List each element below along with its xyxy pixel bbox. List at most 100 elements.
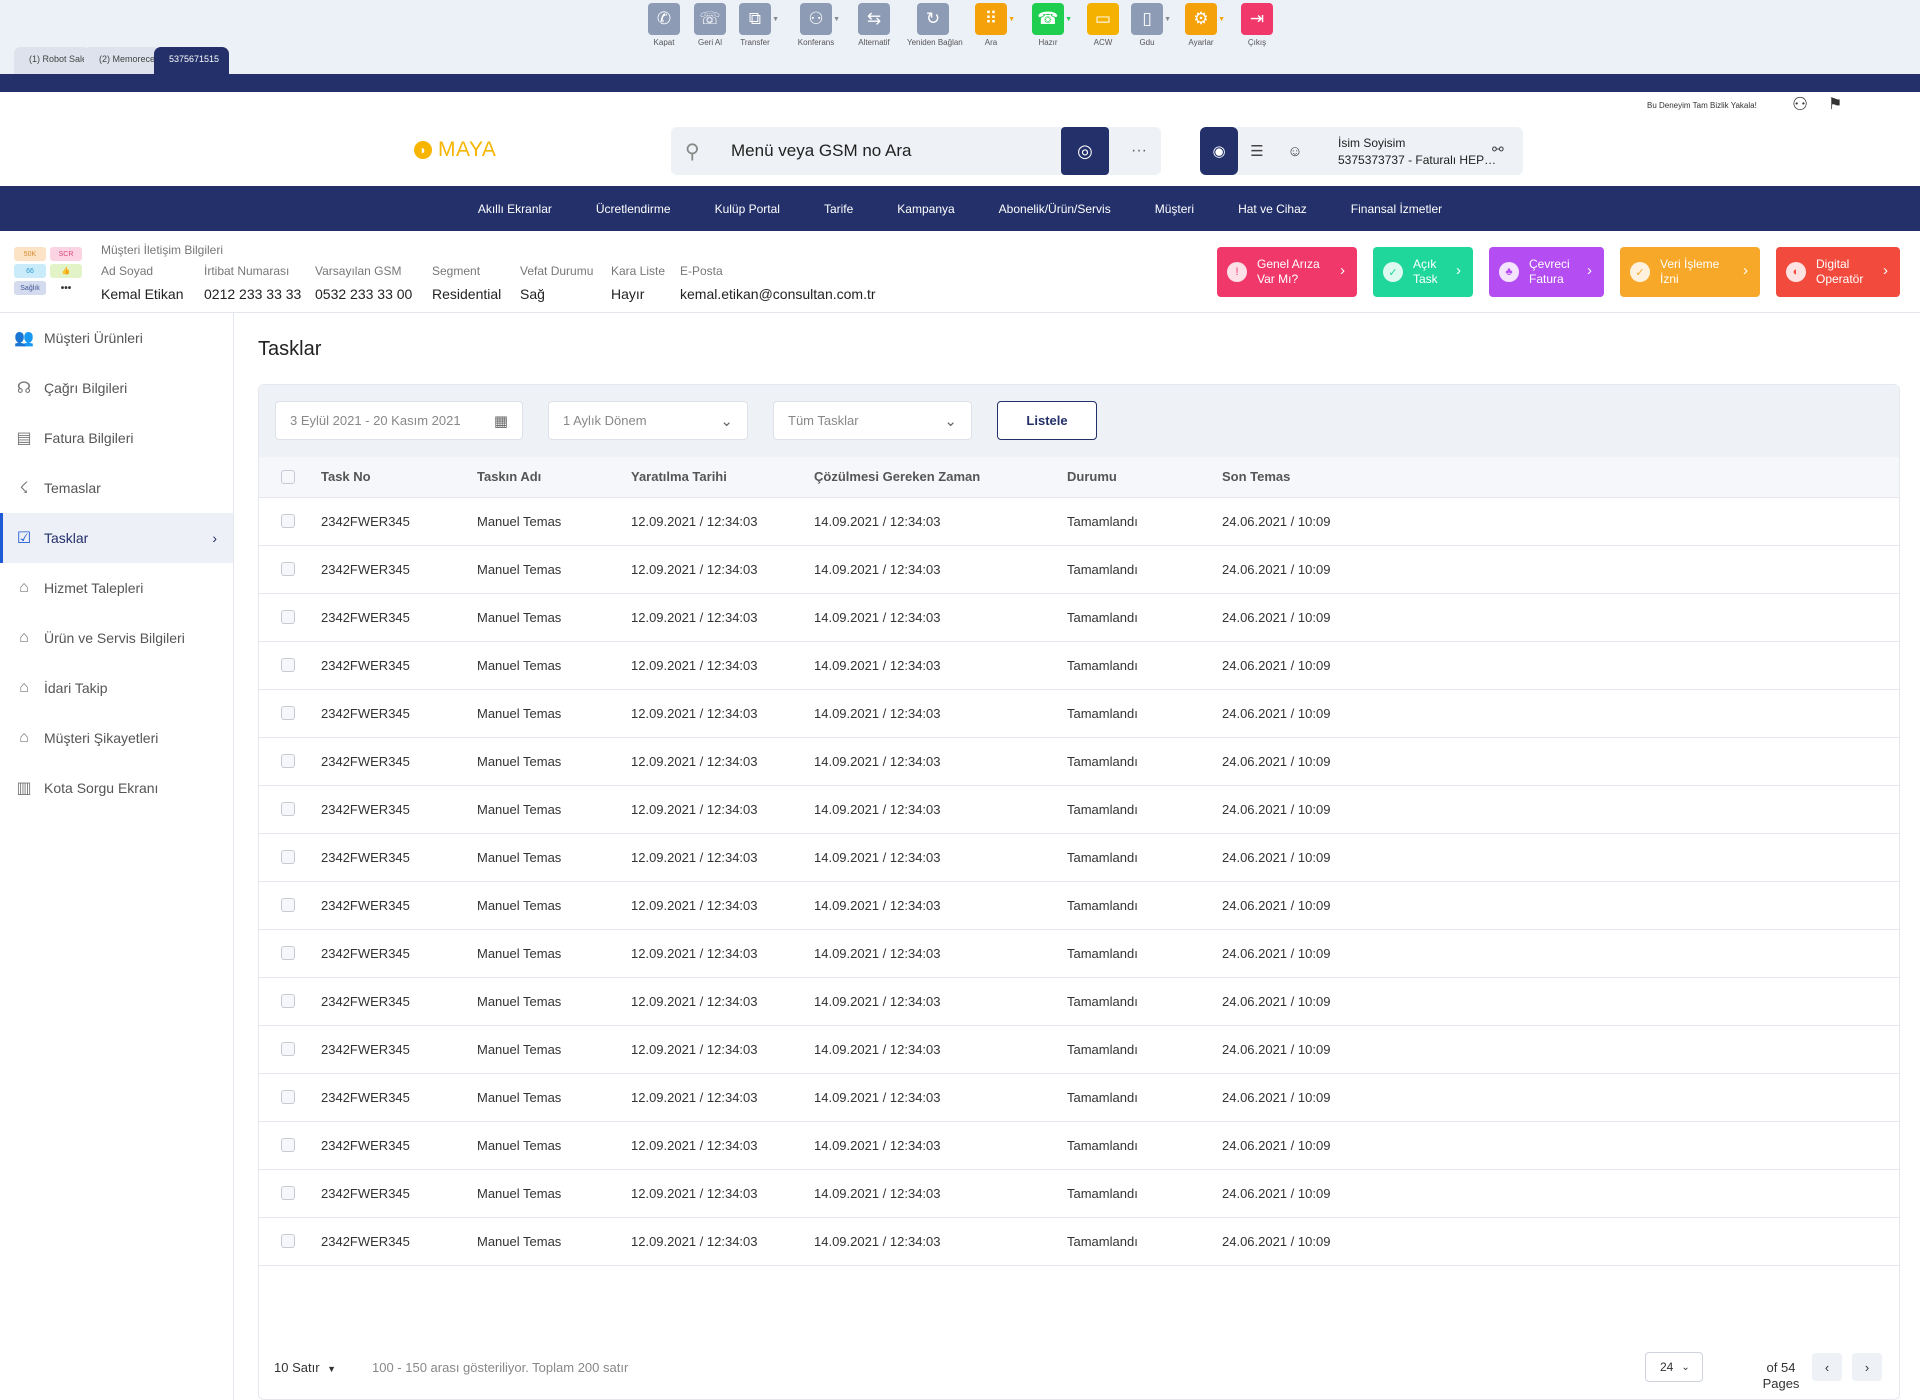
session-tab[interactable]: (2) Memorecel xyxy=(84,47,160,74)
nav-item[interactable]: Müşteri xyxy=(1155,202,1194,216)
table-row[interactable]: 2342FWER345 Manuel Temas 12.09.2021 / 12:3… xyxy=(259,785,1899,834)
link-icon[interactable]: ⚯ xyxy=(1492,141,1504,158)
column-header[interactable]: Yaratılma Tarihi xyxy=(631,457,814,498)
customer-profile-button[interactable]: ◉ xyxy=(1200,127,1238,175)
logout-button[interactable]: ⇥ Çıkış xyxy=(1231,3,1283,47)
row-checkbox[interactable] xyxy=(281,658,295,672)
reconnect-button[interactable]: ↻ Yeniden Bağlan xyxy=(907,3,963,47)
promo-text[interactable]: Bu Deneyim Tam Bizlik Yakala! xyxy=(1647,101,1757,110)
settings-button[interactable]: ⚙ Ayarlar ▼ xyxy=(1175,3,1227,47)
chevron-down-icon[interactable]: ▼ xyxy=(1164,16,1171,23)
nav-item[interactable]: Kampanya xyxy=(897,202,954,216)
nav-item[interactable]: Ücretlendirme xyxy=(596,202,671,216)
nav-item[interactable]: Kulüp Portal xyxy=(715,202,780,216)
table-row[interactable]: 2342FWER345 Manuel Temas 12.09.2021 / 12:3… xyxy=(259,737,1899,786)
select-all-checkbox[interactable] xyxy=(281,469,295,484)
table-row[interactable]: 2342FWER345 Manuel Temas 12.09.2021 / 12:3… xyxy=(259,1073,1899,1122)
session-tab[interactable]: (1) Robot Sale xyxy=(14,47,90,74)
table-row[interactable]: 2342FWER345 Manuel Temas 12.09.2021 / 12:3… xyxy=(259,593,1899,642)
period-select[interactable]: 1 Aylık Dönem ⌄ xyxy=(548,401,748,440)
chevron-down-icon[interactable]: ▼ xyxy=(1218,16,1225,23)
table-row[interactable]: 2342FWER345 Manuel Temas 12.09.2021 / 12:3… xyxy=(259,1169,1899,1218)
general-fault-button[interactable]: ! Genel Arıza Var Mı? › xyxy=(1217,247,1357,297)
customer-list-button[interactable]: ☰ xyxy=(1238,127,1276,175)
sidebar-item-admin-tracking[interactable]: ⌂ İdari Takip xyxy=(0,663,233,713)
row-checkbox[interactable] xyxy=(281,898,295,912)
column-header[interactable]: Durumu xyxy=(1067,457,1222,498)
nav-item[interactable]: Hat ve Cihaz xyxy=(1238,202,1307,216)
chevron-down-icon[interactable]: ▼ xyxy=(833,16,840,23)
table-row[interactable]: 2342FWER345 Manuel Temas 12.09.2021 / 12:3… xyxy=(259,641,1899,690)
dial-button[interactable]: ⠿ Ara ▼ xyxy=(965,3,1017,47)
sidebar-item-quota-query[interactable]: ▥ Kota Sorgu Ekranı xyxy=(0,763,233,813)
date-range-picker[interactable]: 3 Eylül 2021 - 20 Kasım 2021 ▦ xyxy=(275,401,523,440)
sidebar-item-tasks[interactable]: ☑ Tasklar › xyxy=(0,513,233,563)
row-checkbox[interactable] xyxy=(281,1090,295,1104)
ready-button[interactable]: ☎ Hazır ▼ xyxy=(1022,3,1074,47)
row-checkbox[interactable] xyxy=(281,1186,295,1200)
nav-item[interactable]: Tarife xyxy=(824,202,853,216)
column-header[interactable]: Son Temas xyxy=(1222,457,1899,498)
table-row[interactable]: 2342FWER345 Manuel Temas 12.09.2021 / 12:3… xyxy=(259,977,1899,1026)
more-button[interactable]: ··· xyxy=(1117,127,1161,175)
row-checkbox[interactable] xyxy=(281,1042,295,1056)
nav-item[interactable]: Akıllı Ekranlar xyxy=(478,202,552,216)
conference-button[interactable]: ⚇ Konferans ▼ xyxy=(790,3,842,47)
table-row[interactable]: 2342FWER345 Manuel Temas 12.09.2021 / 12:3… xyxy=(259,833,1899,882)
digital-operator-button[interactable]: ◐ Digital Operatör › xyxy=(1776,247,1900,297)
transfer-button[interactable]: ⧉ Transfer ▼ xyxy=(729,3,781,47)
session-tab-active[interactable]: 5375671515 xyxy=(154,47,229,74)
chevron-down-icon[interactable]: ▼ xyxy=(772,16,779,23)
row-checkbox[interactable] xyxy=(281,850,295,864)
search-input[interactable] xyxy=(731,137,1051,165)
sidebar-item-complaints[interactable]: ⌂ Müşteri Şikayetleri xyxy=(0,713,233,763)
open-task-button[interactable]: ✓ Açık Task › xyxy=(1373,247,1473,297)
alternate-button[interactable]: ⇆ Alternatif xyxy=(848,3,900,47)
row-checkbox[interactable] xyxy=(281,1234,295,1248)
rows-per-page-select[interactable]: 10 Satır ▼ xyxy=(274,1360,336,1375)
chevron-down-icon[interactable]: ▼ xyxy=(1008,16,1015,23)
locate-button[interactable]: ◎ xyxy=(1061,127,1109,175)
more-badges-button[interactable]: ••• xyxy=(50,281,82,295)
row-checkbox[interactable] xyxy=(281,1138,295,1152)
chevron-down-icon[interactable]: ▼ xyxy=(1065,16,1072,23)
row-checkbox[interactable] xyxy=(281,754,295,768)
prev-page-button[interactable]: ‹ xyxy=(1812,1353,1842,1381)
sidebar-item-call-info[interactable]: ☊ Çağrı Bilgileri xyxy=(0,363,233,413)
nav-item[interactable]: Finansal İzmetler xyxy=(1351,202,1442,216)
sidebar-item-invoice-info[interactable]: ▤ Fatura Bilgileri xyxy=(0,413,233,463)
row-checkbox[interactable] xyxy=(281,946,295,960)
maya-logo[interactable]: ◗ MAYA xyxy=(414,138,496,162)
table-row[interactable]: 2342FWER345 Manuel Temas 12.09.2021 / 12:3… xyxy=(259,1025,1899,1074)
flag-icon[interactable]: ⚑ xyxy=(1828,94,1842,114)
page-number-select[interactable]: 24 ⌄ xyxy=(1645,1352,1703,1382)
row-checkbox[interactable] xyxy=(281,514,295,528)
column-header[interactable]: Çözülmesi Gereken Zaman xyxy=(814,457,1067,498)
nav-item[interactable]: Abonelik/Ürün/Servis xyxy=(999,202,1111,216)
next-page-button[interactable]: › xyxy=(1852,1353,1882,1381)
table-row[interactable]: 2342FWER345 Manuel Temas 12.09.2021 / 12:3… xyxy=(259,497,1899,546)
gdu-button[interactable]: ▯ Gdu ▼ xyxy=(1121,3,1173,47)
row-checkbox[interactable] xyxy=(281,562,295,576)
customer-mood-button[interactable]: ☺ xyxy=(1276,127,1314,175)
user-icon[interactable]: ⚇ xyxy=(1792,94,1808,115)
row-checkbox[interactable] xyxy=(281,802,295,816)
table-row[interactable]: 2342FWER345 Manuel Temas 12.09.2021 / 12:3… xyxy=(259,689,1899,738)
table-row[interactable]: 2342FWER345 Manuel Temas 12.09.2021 / 12:3… xyxy=(259,929,1899,978)
sidebar-item-contacts[interactable]: ☇ Temaslar xyxy=(0,463,233,513)
table-row[interactable]: 2342FWER345 Manuel Temas 12.09.2021 / 12:3… xyxy=(259,545,1899,594)
eco-invoice-button[interactable]: ♣ Çevreci Fatura › xyxy=(1489,247,1604,297)
column-header[interactable]: Task No xyxy=(321,457,477,498)
column-header[interactable]: Taskın Adı xyxy=(477,457,631,498)
task-filter-select[interactable]: Tüm Tasklar ⌄ xyxy=(773,401,972,440)
sidebar-item-customer-products[interactable]: 👥 Müşteri Ürünleri xyxy=(0,313,233,363)
table-row[interactable]: 2342FWER345 Manuel Temas 12.09.2021 / 12:3… xyxy=(259,881,1899,930)
row-checkbox[interactable] xyxy=(281,706,295,720)
table-row[interactable]: 2342FWER345 Manuel Temas 12.09.2021 / 12:3… xyxy=(259,1217,1899,1266)
data-processing-consent-button[interactable]: ✓ Veri İşleme İzni › xyxy=(1620,247,1760,297)
table-row[interactable]: 2342FWER345 Manuel Temas 12.09.2021 / 12:3… xyxy=(259,1121,1899,1170)
row-checkbox[interactable] xyxy=(281,610,295,624)
list-button[interactable]: Listele xyxy=(997,401,1097,440)
sidebar-item-product-service-info[interactable]: ⌂ Ürün ve Servis Bilgileri xyxy=(0,613,233,663)
hangup-button[interactable]: ✆ Kapat xyxy=(638,3,690,47)
